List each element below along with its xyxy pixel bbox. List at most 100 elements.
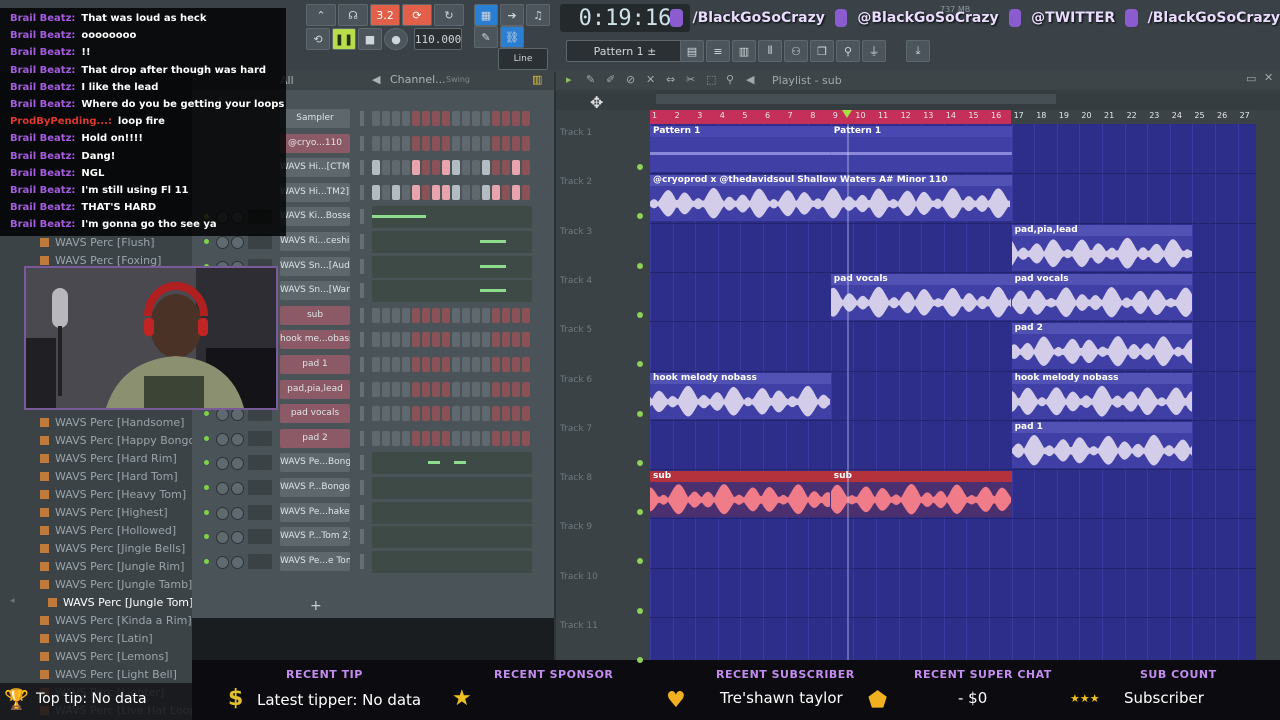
browser-item[interactable]: WAVS Perc [Flush]: [40, 236, 155, 249]
playlist-lanes[interactable]: Pattern 1 Pattern 1 @cryoprod x @thedavids…: [650, 124, 1256, 716]
browser-item[interactable]: WAVS Perc [Jungle Tamb]: [40, 578, 192, 591]
step-button[interactable]: [422, 184, 430, 200]
playlist-clip[interactable]: pad 2: [1011, 323, 1193, 370]
step-button[interactable]: [402, 357, 410, 372]
channel-select-indicator[interactable]: [360, 381, 364, 397]
playlist-clip[interactable]: Pattern 1: [830, 126, 1012, 172]
step-button[interactable]: [452, 381, 460, 397]
step-button[interactable]: [502, 307, 510, 323]
tempo-tapper-icon[interactable]: ⏚: [862, 40, 886, 62]
browser-item[interactable]: WAVS Perc [Hollowed]: [40, 524, 176, 537]
browser-item[interactable]: WAVS Perc [Hard Tom]: [40, 470, 178, 483]
channel-led-icon[interactable]: [204, 411, 209, 417]
step-button[interactable]: [372, 135, 380, 151]
pan-knob[interactable]: [216, 531, 229, 545]
pan-knob[interactable]: [216, 506, 229, 520]
channel-select-indicator[interactable]: [360, 553, 364, 569]
step-button[interactable]: [482, 135, 490, 151]
step-button[interactable]: [512, 357, 520, 372]
step-button[interactable]: [392, 332, 400, 348]
playlist-clip[interactable]: hook melody nobass: [650, 372, 831, 419]
record-button[interactable]: ●: [384, 28, 408, 50]
step-button[interactable]: [522, 381, 530, 397]
step-button[interactable]: [412, 332, 420, 348]
channel-select-indicator[interactable]: [360, 504, 364, 520]
step-button[interactable]: [422, 332, 430, 348]
step-button[interactable]: [452, 430, 460, 446]
step-sequencer[interactable]: [372, 406, 530, 422]
channel-select-indicator[interactable]: [360, 307, 364, 323]
channel-select-indicator[interactable]: [360, 332, 364, 348]
channel-name-button[interactable]: pad 2: [280, 428, 350, 448]
step-button[interactable]: [442, 160, 450, 176]
channel-name-button[interactable]: WAVS Pe...e Tom]: [280, 551, 350, 571]
mini-piano-roll[interactable]: [372, 550, 532, 573]
step-button[interactable]: [402, 406, 410, 422]
step-button[interactable]: [432, 430, 440, 446]
channel-row[interactable]: WAVS Pe...Bongo]: [196, 452, 546, 475]
step-button[interactable]: [482, 406, 490, 422]
step-button[interactable]: [442, 184, 450, 200]
plugin-picker-icon[interactable]: ⚇: [784, 40, 808, 62]
step-button[interactable]: [482, 307, 490, 323]
step-button[interactable]: [452, 406, 460, 422]
mini-piano-roll[interactable]: [372, 231, 532, 253]
channel-rack-icon[interactable]: ▥: [732, 40, 756, 62]
slice-tool-icon[interactable]: ✂: [686, 73, 695, 86]
step-button[interactable]: [372, 406, 380, 422]
step-button[interactable]: [372, 184, 380, 200]
step-button[interactable]: [372, 332, 380, 348]
step-button[interactable]: [462, 430, 470, 446]
browser-item[interactable]: WAVS Perc [Light Bell]: [40, 668, 177, 681]
track-mute-led-icon[interactable]: [637, 607, 643, 614]
channel-select-indicator[interactable]: [360, 184, 364, 200]
step-button[interactable]: [492, 307, 500, 323]
channel-name-button[interactable]: WAVS Sn...[Audi]: [280, 256, 350, 276]
step-button[interactable]: [502, 184, 510, 200]
close-icon[interactable]: ✕: [1264, 71, 1273, 84]
step-button[interactable]: [512, 184, 520, 200]
playlist-clip[interactable]: sub: [830, 471, 1012, 518]
step-button[interactable]: [412, 307, 420, 323]
step-button[interactable]: [392, 111, 400, 126]
step-button[interactable]: [432, 357, 440, 372]
browser-item[interactable]: WAVS Perc [Handsome]: [40, 416, 184, 429]
browser-item[interactable]: WAVS Perc [Hard Rim]: [40, 452, 177, 465]
step-button[interactable]: [472, 135, 480, 151]
piano-roll-icon[interactable]: ≡: [706, 40, 730, 62]
mixer-icon[interactable]: ⫴: [758, 40, 782, 62]
volume-knob[interactable]: [231, 236, 244, 249]
pan-knob[interactable]: [216, 555, 229, 569]
step-button[interactable]: [492, 430, 500, 446]
step-button[interactable]: [382, 430, 390, 446]
step-button[interactable]: [482, 160, 490, 176]
step-button[interactable]: [512, 381, 520, 397]
mini-piano-roll[interactable]: [372, 255, 532, 278]
step-sequencer[interactable]: [372, 184, 530, 201]
plugin-icon[interactable]: ⚲: [836, 40, 860, 62]
step-button[interactable]: [482, 357, 490, 372]
channel-select-indicator[interactable]: [360, 135, 364, 151]
channel-name-button[interactable]: WAVS Hi...[CTM2]: [280, 158, 350, 178]
step-button[interactable]: [442, 430, 450, 446]
step-sequencer[interactable]: [372, 135, 530, 152]
step-button[interactable]: [392, 307, 400, 323]
step-button[interactable]: [382, 135, 390, 151]
channel-led-icon[interactable]: [204, 239, 209, 244]
step-button[interactable]: [462, 135, 470, 151]
step-button[interactable]: [372, 111, 380, 126]
mini-piano-roll[interactable]: [372, 501, 532, 524]
channel-led-icon[interactable]: [204, 558, 209, 564]
step-button[interactable]: [462, 332, 470, 348]
channel-name-button[interactable]: hook me...obass: [280, 330, 350, 350]
channel-row[interactable]: WAVS P...Tom 2]: [196, 526, 546, 549]
step-button[interactable]: [452, 332, 460, 348]
step-button[interactable]: [452, 307, 460, 323]
record-mode-icon[interactable]: ⟳: [402, 4, 432, 26]
step-button[interactable]: [372, 430, 380, 446]
step-button[interactable]: [412, 111, 420, 126]
channel-name-button[interactable]: WAVS P...Bongo]: [280, 478, 350, 497]
step-sequencer[interactable]: [372, 381, 530, 398]
step-sequencer[interactable]: [372, 160, 530, 176]
volume-knob[interactable]: [231, 555, 244, 569]
